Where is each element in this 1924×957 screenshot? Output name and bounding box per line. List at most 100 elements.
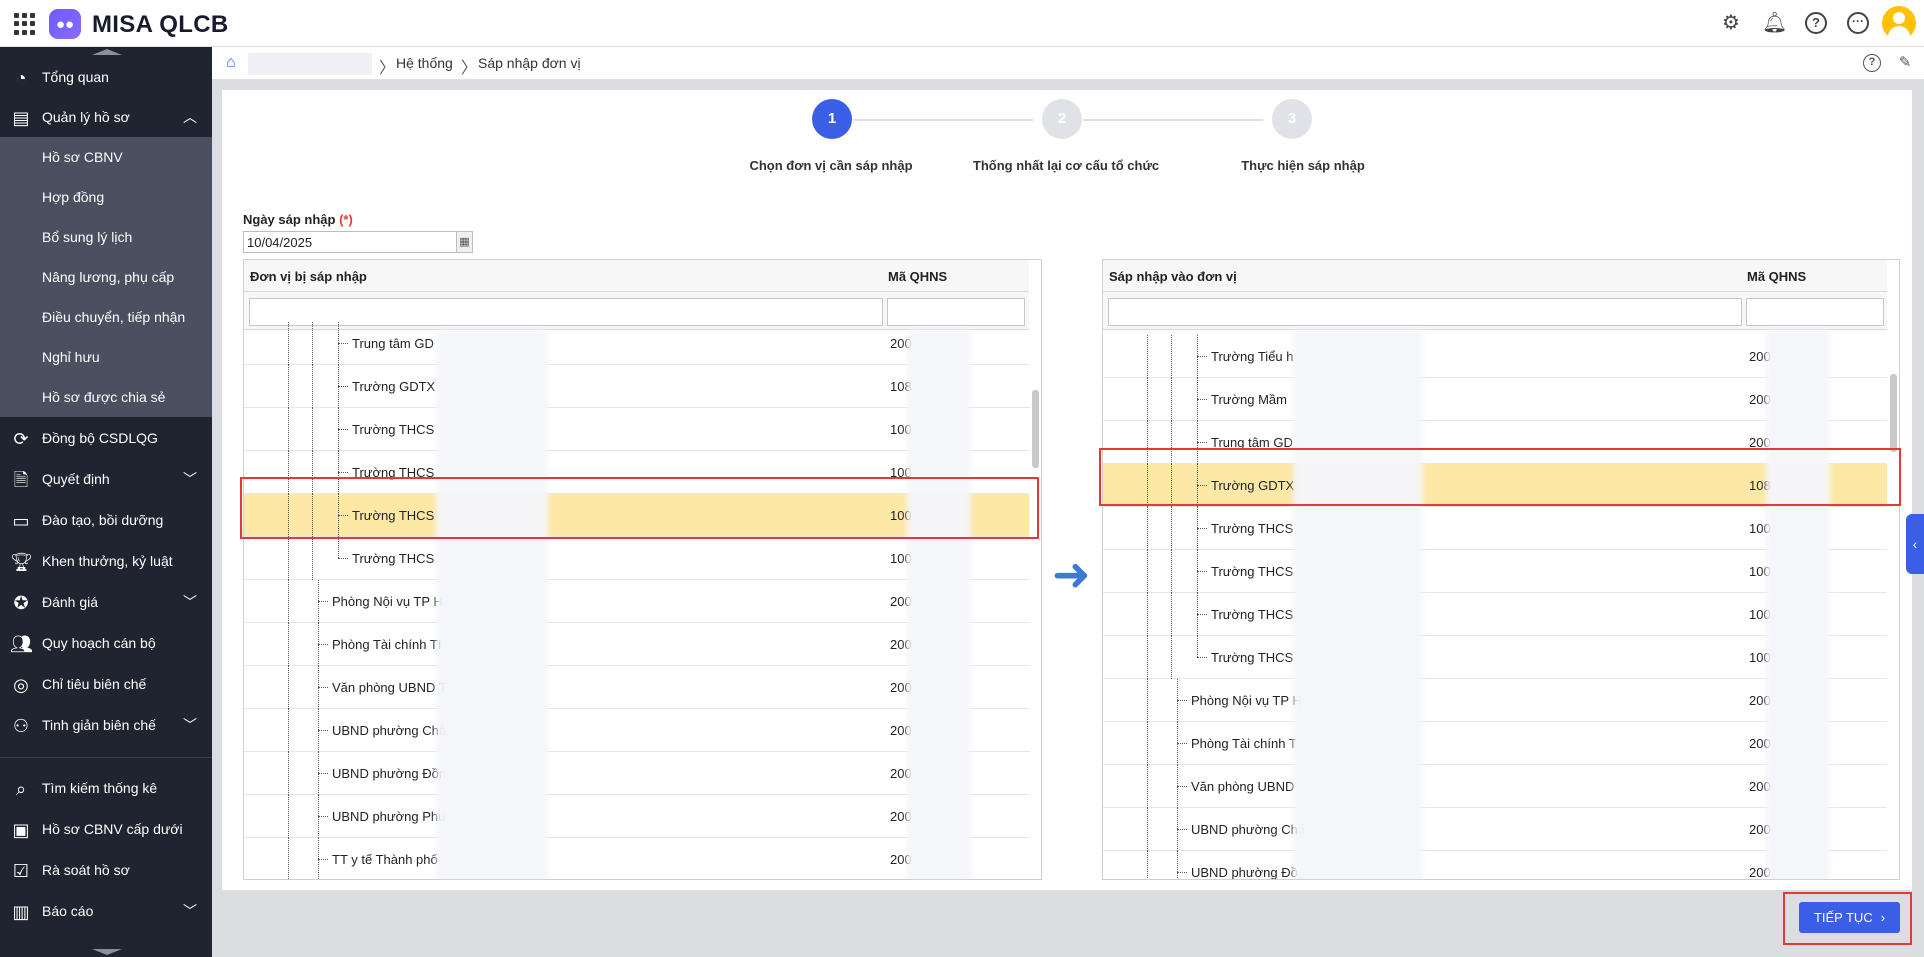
unit-name: UBND phường Phu: [332, 809, 446, 824]
sidebar-item-label: Hồ sơ CBNV cấp dưới: [42, 821, 183, 837]
chevron-down-icon[interactable]: ﹀: [182, 717, 198, 733]
sidebar-item-cap-duoi[interactable]: ▣ Hồ sơ CBNV cấp dưới: [0, 809, 212, 849]
tree-branch-line: [1177, 872, 1187, 873]
tree-branch-line: [1197, 442, 1207, 443]
chevron-down-icon[interactable]: ﹀: [182, 594, 198, 610]
sidebar-item-ra-soat[interactable]: ☑ Rà soát hồ sơ: [0, 850, 212, 890]
tree-branch-line: [318, 859, 328, 860]
sidebar-item-chi-tieu[interactable]: ◎ Chỉ tiêu biên chế: [0, 664, 212, 704]
tree-branch-line: [1177, 743, 1187, 744]
sidebar-item-label: Đào tạo, bồi dưỡng: [42, 512, 164, 528]
sidebar-subitem-nang-luong[interactable]: Nâng lương, phụ cấp: [0, 257, 212, 297]
help-icon[interactable]: ?: [1863, 54, 1881, 72]
tree-branch-line: [338, 472, 348, 473]
sidebar-subitem-dieu-chuyen[interactable]: Điều chuyển, tiếp nhận: [0, 297, 212, 337]
merge-date-input[interactable]: [243, 231, 473, 253]
tree-branch-line: [318, 730, 328, 731]
sidebar-scroll-down[interactable]: [92, 949, 122, 955]
grid-header: Sáp nhập vào đơn vị Mã QHNS: [1103, 260, 1887, 292]
unit-name: Văn phòng UBND T: [332, 680, 447, 695]
user-avatar[interactable]: [1882, 6, 1916, 40]
users-icon: 👥︎: [10, 634, 33, 654]
next-button[interactable]: TIẾP TỤC ›: [1799, 902, 1900, 933]
calendar-icon[interactable]: ▦: [456, 232, 472, 252]
sidebar-item-bao-cao[interactable]: ▥ Báo cáo ﹀: [0, 891, 212, 931]
sidebar-subitem-ho-so-cbnv[interactable]: Hồ sơ CBNV: [0, 137, 212, 177]
unit-name: Trường THCS: [1211, 521, 1294, 536]
unit-name: Phòng Tài chính TI: [332, 637, 442, 652]
sidebar-item-dao-tao[interactable]: ▭ Đào tạo, bồi dưỡng: [0, 500, 212, 540]
unit-name: Trung tâm GD: [352, 336, 434, 351]
sidebar-subitem-hop-dong[interactable]: Hợp đồng: [0, 177, 212, 217]
help-icon[interactable]: ?: [1805, 12, 1827, 34]
side-panel-toggle[interactable]: ‹: [1906, 514, 1924, 574]
arrow-right-icon: ➜: [1052, 548, 1091, 600]
col-target-unit: Sáp nhập vào đơn vị: [1109, 269, 1237, 284]
sidebar-item-tim-kiem[interactable]: ⌕ Tìm kiếm thống kê: [0, 768, 212, 808]
tree-branch-line: [318, 816, 328, 817]
sidebar-item-tinh-gian[interactable]: ⚇ Tinh giản biên chế ﹀: [0, 705, 212, 745]
training-icon: ▭: [12, 511, 30, 531]
breadcrumb-item-sap-nhap: Sáp nhập đơn vị: [478, 55, 581, 71]
tree-guide-line: [288, 709, 289, 752]
tree-guide-line: [1147, 808, 1148, 851]
feedback-icon[interactable]: ✎: [1896, 54, 1914, 72]
chevron-up-icon[interactable]: ︿: [182, 109, 198, 125]
chevron-right-icon: ›: [1880, 910, 1886, 925]
chevron-down-icon[interactable]: ﹀: [182, 471, 198, 487]
sidebar-item-label: Quy hoạch cán bộ: [42, 635, 156, 651]
sidebar-item-khen-thuong[interactable]: 🏆︎ Khen thưởng, kỷ luật: [0, 541, 212, 581]
sidebar-scroll-up[interactable]: [92, 49, 122, 55]
tree-guide-line: [1177, 851, 1178, 879]
col-qhns-code: Mã QHNS: [1747, 269, 1807, 284]
tree-guide-line: [288, 666, 289, 709]
filter-qhns-code-input[interactable]: [1746, 298, 1884, 326]
unit-name: UBND phường Chả: [1191, 822, 1306, 837]
sidebar-item-quan-ly-ho-so[interactable]: ▤ Quản lý hồ sơ ︿: [0, 97, 212, 137]
sidebar-subitem-ho-so-chia-se[interactable]: Hồ sơ được chia sẻ: [0, 377, 212, 417]
tree-guide-line: [1147, 636, 1148, 679]
tree-guide-line: [1147, 378, 1148, 421]
source-grid-scrollbar[interactable]: [1032, 390, 1039, 468]
sidebar-subitem-bo-sung-ly-lich[interactable]: Bổ sung lý lịch: [0, 217, 212, 257]
unit-name: Phòng Nội vụ TP H: [332, 594, 443, 609]
app-logo[interactable]: ●●: [49, 9, 81, 39]
sidebar-item-danh-gia[interactable]: ✪ Đánh giá ﹀: [0, 582, 212, 622]
apps-grid-icon[interactable]: [14, 13, 36, 35]
sidebar-item-label: Đồng bộ CSDLQG: [42, 430, 158, 446]
id-card-icon: ▣: [12, 820, 30, 840]
chevron-down-icon[interactable]: ﹀: [182, 903, 198, 919]
tree-guide-line: [1171, 636, 1172, 679]
sidebar-item-quyet-dinh[interactable]: 🗎︎ Quyết định ﹀: [0, 459, 212, 499]
logo-users-icon: ●●: [56, 16, 75, 33]
home-icon[interactable]: ⌂: [226, 55, 242, 71]
profile-card-icon: ▤: [12, 108, 30, 128]
breadcrumb-item-he-thong[interactable]: Hệ thống: [396, 55, 453, 71]
target-grid-scrollbar[interactable]: [1890, 374, 1897, 452]
tree-branch-line: [318, 644, 328, 645]
breadcrumb-redacted[interactable]: [248, 53, 372, 75]
redacted-overlay: [1293, 330, 1423, 879]
tree-guide-line: [1197, 636, 1198, 657]
sidebar-item-label: Quản lý hồ sơ: [42, 109, 130, 125]
tree-guide-line: [288, 537, 289, 580]
filter-target-unit-input[interactable]: [1108, 298, 1742, 326]
settings-gear-icon[interactable]: ⚙: [1720, 12, 1742, 34]
app-title[interactable]: MISA QLCB: [92, 11, 228, 39]
sidebar-item-label: Báo cáo: [42, 903, 94, 919]
unit-name: Văn phòng UBND: [1191, 779, 1295, 794]
sidebar-item-dong-bo[interactable]: ⟳ Đồng bộ CSDLQG: [0, 418, 212, 458]
tree-branch-line: [318, 687, 328, 688]
tree-guide-line: [1147, 765, 1148, 808]
bell-icon[interactable]: 🔔︎: [1762, 12, 1787, 34]
tree-guide-line: [1171, 378, 1172, 421]
sidebar-subitem-nghi-huu[interactable]: Nghỉ hưu: [0, 337, 212, 377]
top-bar: ●● MISA QLCB ⚙ 🔔︎ ? ···: [0, 0, 1924, 47]
tree-branch-line: [338, 558, 348, 559]
tree-guide-line: [312, 365, 313, 408]
tree-guide-line: [288, 752, 289, 795]
tree-branch-line: [338, 343, 348, 344]
sidebar-item-quy-hoach[interactable]: 👥︎ Quy hoạch cán bộ: [0, 623, 212, 663]
sidebar-item-tong-quan[interactable]: ◔ Tổng quan: [0, 57, 212, 97]
more-icon[interactable]: ···: [1847, 12, 1869, 34]
